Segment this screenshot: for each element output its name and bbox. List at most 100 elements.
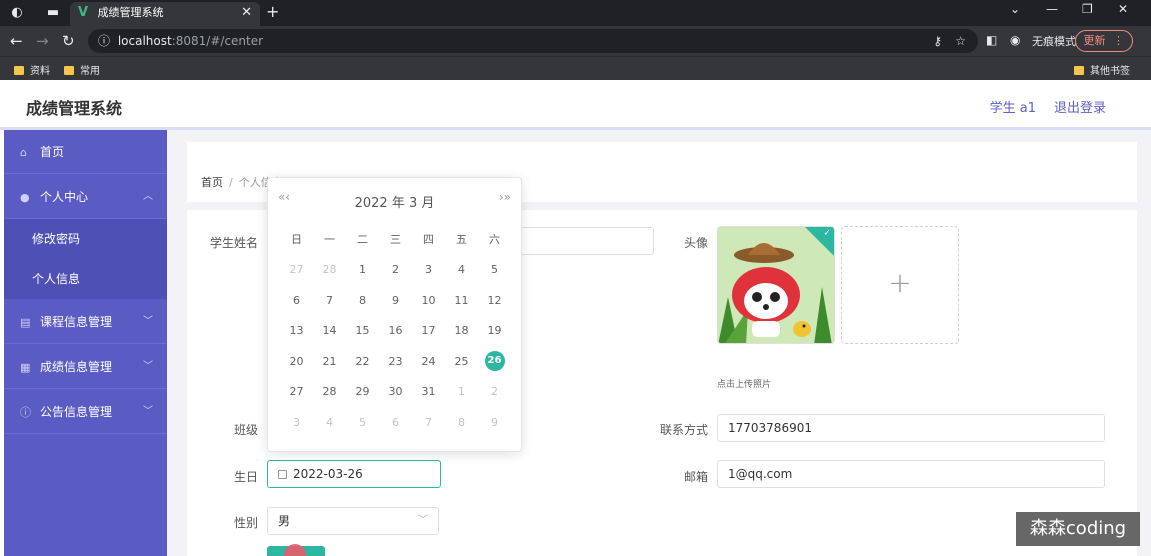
date-cell[interactable]: 20 xyxy=(280,346,313,377)
phone-input[interactable]: 17703786901 xyxy=(717,414,1105,442)
date-cell[interactable]: 24 xyxy=(412,346,445,377)
other-bookmarks[interactable]: 其他书签 xyxy=(1074,62,1130,77)
date-cell[interactable]: 4 xyxy=(445,255,478,286)
calendar-icon xyxy=(278,470,287,479)
date-cell[interactable]: 15 xyxy=(346,316,379,347)
sidebar-item-personal-center[interactable]: ● 个人中心 ︿ xyxy=(4,175,167,219)
new-tab-button[interactable]: + xyxy=(266,2,279,21)
date-cell[interactable]: 29 xyxy=(346,377,379,408)
vue-logo-icon: V xyxy=(78,5,89,20)
date-cell-outside-month[interactable]: 3 xyxy=(280,407,313,438)
date-cell[interactable]: 12 xyxy=(478,285,511,316)
bookmark-label: 资料 xyxy=(30,66,50,77)
tab-search-icon[interactable]: ▬ xyxy=(44,4,62,22)
date-cell[interactable]: 28 xyxy=(313,377,346,408)
sidebar-item-grade-management[interactable]: ▦ 成绩信息管理 ﹀ xyxy=(4,345,167,389)
date-cell[interactable]: 13 xyxy=(280,316,313,347)
date-cell[interactable]: 7 xyxy=(313,285,346,316)
sidebar-item-personal-info[interactable]: 个人信息 xyxy=(4,259,167,299)
date-cell-outside-month[interactable]: 1 xyxy=(445,377,478,408)
sidebar-item-label: 首页 xyxy=(40,145,65,159)
date-cell[interactable]: 30 xyxy=(379,377,412,408)
sidebar-item-change-password[interactable]: 修改密码 xyxy=(4,219,167,259)
bookmark-folder-common[interactable]: 常用 xyxy=(64,62,100,77)
bookmark-star-icon[interactable]: ☆ xyxy=(955,29,966,53)
browser-tab-strip: ◐ ▬ V 成绩管理系统 ✕ + ⌄ — ❐ ✕ xyxy=(0,0,1151,26)
date-cell[interactable]: 9 xyxy=(379,285,412,316)
bookmark-folder-docs[interactable]: 资料 xyxy=(14,62,50,77)
chevron-up-icon: ︿ xyxy=(143,191,153,202)
date-cell-outside-month[interactable]: 8 xyxy=(445,407,478,438)
avatar-uploader[interactable]: + xyxy=(841,226,959,344)
reload-icon[interactable]: ↻ xyxy=(62,32,75,50)
date-cell[interactable]: 6 xyxy=(280,285,313,316)
date-cell[interactable]: 5 xyxy=(478,255,511,286)
date-cell[interactable]: 22 xyxy=(346,346,379,377)
date-cell[interactable]: 17 xyxy=(412,316,445,347)
date-cell[interactable]: 3 xyxy=(412,255,445,286)
date-cell[interactable]: 23 xyxy=(379,346,412,377)
birthday-value: 2022-03-26 xyxy=(293,467,363,481)
date-cell-outside-month[interactable]: 28 xyxy=(313,255,346,286)
folder-icon xyxy=(1074,66,1084,75)
date-cell[interactable]: 2 xyxy=(379,255,412,286)
date-cell[interactable]: 14 xyxy=(313,316,346,347)
video-watermark: 森森coding xyxy=(1016,512,1140,546)
sidebar-item-label: 修改密码 xyxy=(32,232,81,246)
back-arrow-icon[interactable]: ← xyxy=(10,32,23,50)
date-cell-outside-month[interactable]: 6 xyxy=(379,407,412,438)
browser-tab[interactable]: V 成绩管理系统 ✕ xyxy=(70,2,260,26)
gender-value: 男 xyxy=(278,514,291,528)
date-cell-outside-month[interactable]: 4 xyxy=(313,407,346,438)
date-cell-selected[interactable]: 26 xyxy=(478,346,511,377)
date-cell[interactable]: 19 xyxy=(478,316,511,347)
student-name-input[interactable] xyxy=(500,227,654,255)
birthday-date-input[interactable]: 2022-03-26 xyxy=(267,460,441,488)
phone-label: 联系方式 xyxy=(659,423,708,437)
date-cell[interactable]: 11 xyxy=(445,285,478,316)
close-tab-icon[interactable]: ✕ xyxy=(241,2,252,24)
date-picker-title[interactable]: 2022 年 3 月 xyxy=(268,192,521,211)
breadcrumb-home[interactable]: 首页 xyxy=(201,176,223,189)
gender-label: 性别 xyxy=(233,516,258,530)
gender-select[interactable]: 男 ﹀ xyxy=(267,507,439,535)
more-menu-icon[interactable]: ⋮ xyxy=(1113,34,1124,47)
date-cell[interactable]: 31 xyxy=(412,377,445,408)
date-cell[interactable]: 10 xyxy=(412,285,445,316)
tab-list-icon[interactable]: ⌄ xyxy=(1010,2,1020,16)
avatar-image[interactable]: ✓ xyxy=(717,226,835,344)
close-window-icon[interactable]: ✕ xyxy=(1118,2,1128,16)
date-cell[interactable]: 18 xyxy=(445,316,478,347)
side-panel-icon[interactable]: ◧ xyxy=(986,33,997,47)
date-cell[interactable]: 1 xyxy=(346,255,379,286)
email-input[interactable]: 1@qq.com xyxy=(717,460,1105,488)
forward-arrow-icon[interactable]: → xyxy=(36,32,49,50)
date-cell[interactable]: 25 xyxy=(445,346,478,377)
update-button[interactable]: 更新 ⋮ xyxy=(1074,30,1133,52)
address-bar[interactable]: ⓘ localhost:8081/#/center ⚷ ☆ xyxy=(88,29,978,53)
date-cell-outside-month[interactable]: 9 xyxy=(478,407,511,438)
incognito-icon[interactable]: ◉ xyxy=(1010,33,1020,47)
restore-icon[interactable]: ❐ xyxy=(1082,2,1093,16)
date-cell[interactable]: 21 xyxy=(313,346,346,377)
sidebar-item-home[interactable]: ⌂ 首页 xyxy=(4,130,167,174)
key-icon[interactable]: ⚷ xyxy=(933,29,942,53)
sidebar-item-course-management[interactable]: ▤ 课程信息管理 ﹀ xyxy=(4,300,167,344)
date-cell-outside-month[interactable]: 7 xyxy=(412,407,445,438)
weekday-label: 四 xyxy=(423,233,434,247)
date-cell[interactable]: 16 xyxy=(379,316,412,347)
next-month-year-icon[interactable]: ›» xyxy=(499,190,511,204)
info-icon[interactable]: ⓘ xyxy=(98,34,110,48)
sidebar-item-notice-management[interactable]: ⓘ 公告信息管理 ﹀ xyxy=(4,390,167,434)
logout-link[interactable]: 退出登录 xyxy=(1054,97,1106,116)
folder-icon xyxy=(64,66,74,75)
chrome-menu-icon[interactable]: ◐ xyxy=(8,4,26,22)
date-cell[interactable]: 8 xyxy=(346,285,379,316)
minimize-icon[interactable]: — xyxy=(1046,2,1058,16)
date-cell-outside-month[interactable]: 5 xyxy=(346,407,379,438)
app-header: 成绩管理系统 学生 a1 退出登录 xyxy=(0,80,1151,130)
date-picker-week-row: 27 28 1 2 3 4 5 xyxy=(280,255,511,286)
date-cell[interactable]: 27 xyxy=(280,377,313,408)
date-cell-outside-month[interactable]: 27 xyxy=(280,255,313,286)
date-cell-outside-month[interactable]: 2 xyxy=(478,377,511,408)
